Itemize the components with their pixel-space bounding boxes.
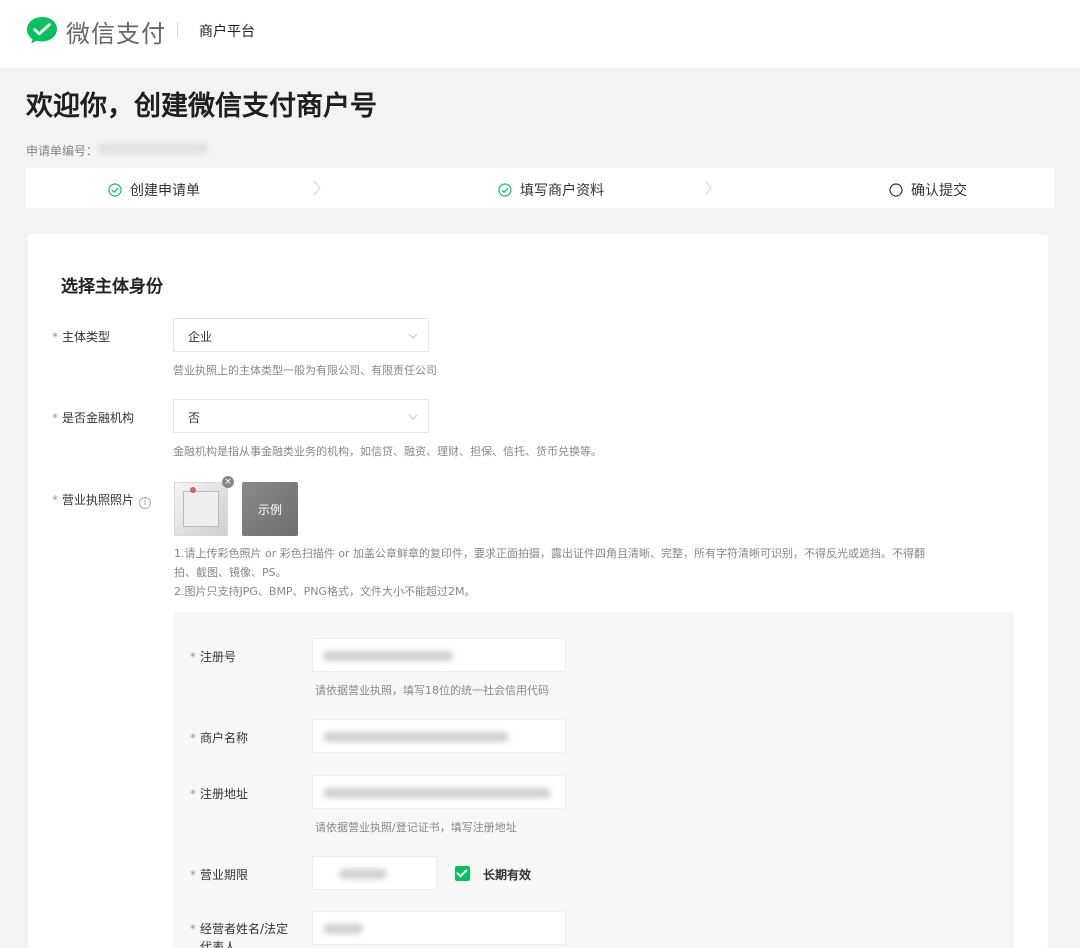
- label-text: 主体类型: [62, 330, 111, 344]
- license-photo-thumbnail[interactable]: [174, 482, 228, 536]
- application-number-label: 申请单编号：: [26, 144, 99, 158]
- required-marker: *: [190, 787, 196, 801]
- top-bar: 微信支付 商户平台: [0, 0, 1080, 68]
- financial-institution-label: * 是否金融机构: [52, 409, 134, 426]
- label-text: 营业期限: [200, 868, 249, 882]
- registration-number-input[interactable]: [312, 638, 566, 672]
- financial-institution-select[interactable]: 否: [173, 399, 429, 433]
- chevron-right-icon: [313, 180, 321, 196]
- license-details-panel: * 注册号 请依据营业执照，填写18位的统一社会信用代码 * 商户名称 * 注册地址 …: [174, 612, 1014, 948]
- required-marker: *: [190, 868, 196, 882]
- subject-type-label: * 主体类型: [52, 328, 110, 345]
- label-text: 营业执照照片: [62, 493, 135, 507]
- step-label: 确认提交: [911, 183, 967, 199]
- business-term-label: * 营业期限: [190, 866, 248, 883]
- step-label: 创建申请单: [130, 183, 200, 199]
- select-value: 否: [188, 411, 201, 425]
- license-document-image: [183, 491, 219, 527]
- business-license-label: * 营业执照照片 i: [52, 491, 152, 509]
- chevron-down-icon: [408, 414, 418, 420]
- registered-address-hint: 请依据营业执照/登记证书，填写注册地址: [315, 821, 517, 834]
- label-text: 注册号: [200, 650, 237, 664]
- check-circle-icon: [108, 183, 122, 197]
- step-label: 填写商户资料: [520, 183, 604, 199]
- redacted-value: [323, 651, 453, 661]
- application-number-value: [98, 143, 208, 154]
- info-icon[interactable]: i: [139, 497, 152, 509]
- brand-name: 微信支付: [66, 20, 166, 48]
- upload-requirements-line2: 拍、截图、镜像、PS。: [174, 566, 287, 579]
- merchant-name-label: * 商户名称: [190, 729, 248, 746]
- seal-mark: [190, 487, 196, 493]
- redacted-value: [323, 732, 509, 742]
- form-card: 选择主体身份 * 主体类型 企业 营业执照上的主体类型一般为有限公司、有限责任公司…: [28, 234, 1048, 948]
- chevron-down-icon: [408, 333, 418, 339]
- step-confirm-submit: 确认提交: [889, 180, 967, 200]
- select-value: 企业: [188, 330, 213, 344]
- required-marker: *: [190, 731, 196, 745]
- registration-number-hint: 请依据营业执照，填写18位的统一社会信用代码: [315, 684, 549, 697]
- required-marker: *: [190, 650, 196, 664]
- step-fill-merchant-info: 填写商户资料: [498, 180, 604, 200]
- step-create-application: 创建申请单: [108, 180, 200, 200]
- upload-format-note: 2.图片只支持JPG、BMP、PNG格式，文件大小不能超过2M。: [174, 585, 476, 598]
- progress-steps: 创建申请单 填写商户资料 确认提交: [26, 168, 1054, 208]
- registered-address-input[interactable]: [312, 775, 566, 809]
- subject-type-select[interactable]: 企业: [173, 318, 429, 352]
- header-divider: [177, 22, 178, 38]
- merchant-name-input[interactable]: [312, 719, 566, 753]
- label-text: 注册地址: [200, 787, 249, 801]
- label-text: 商户名称: [200, 731, 249, 745]
- redacted-value: [339, 869, 387, 879]
- long-term-checkbox[interactable]: [455, 866, 470, 881]
- legal-representative-input[interactable]: [312, 911, 566, 945]
- check-circle-icon: [498, 183, 512, 197]
- required-marker: *: [52, 330, 58, 344]
- label-text: 是否金融机构: [62, 411, 135, 425]
- required-marker: *: [52, 493, 58, 507]
- business-term-start-input[interactable]: [312, 856, 437, 890]
- upload-requirements-line1: 1.请上传彩色照片 or 彩色扫描件 or 加盖公章鲜章的复印件，要求正面拍摄，…: [174, 547, 925, 560]
- chevron-right-icon: [704, 180, 712, 196]
- required-marker: *: [52, 411, 58, 425]
- required-marker: *: [190, 922, 196, 936]
- financial-institution-hint: 金融机构是指从事金融类业务的机构，如信贷、融资、理财、担保、信托、货币兑换等。: [173, 445, 602, 458]
- legal-representative-label: * 经营者姓名/法定 代表人: [190, 920, 288, 948]
- page-title: 欢迎你，创建微信支付商户号: [26, 91, 377, 122]
- remove-photo-icon[interactable]: ×: [222, 476, 234, 488]
- registered-address-label: * 注册地址: [190, 785, 248, 802]
- platform-label: 商户平台: [199, 24, 255, 40]
- subject-type-hint: 营业执照上的主体类型一般为有限公司、有限责任公司: [173, 364, 437, 377]
- redacted-value: [323, 924, 363, 934]
- label-text: 经营者姓名/法定: [200, 922, 289, 936]
- section-title: 选择主体身份: [61, 277, 163, 297]
- registration-number-label: * 注册号: [190, 648, 236, 665]
- long-term-label: 长期有效: [483, 868, 532, 882]
- example-button[interactable]: 示例: [242, 482, 298, 536]
- example-label: 示例: [257, 503, 282, 517]
- wechat-bubble-icon: [27, 17, 57, 44]
- label-text: 代表人: [200, 940, 237, 948]
- redacted-value: [323, 788, 551, 798]
- empty-circle-icon: [889, 183, 903, 197]
